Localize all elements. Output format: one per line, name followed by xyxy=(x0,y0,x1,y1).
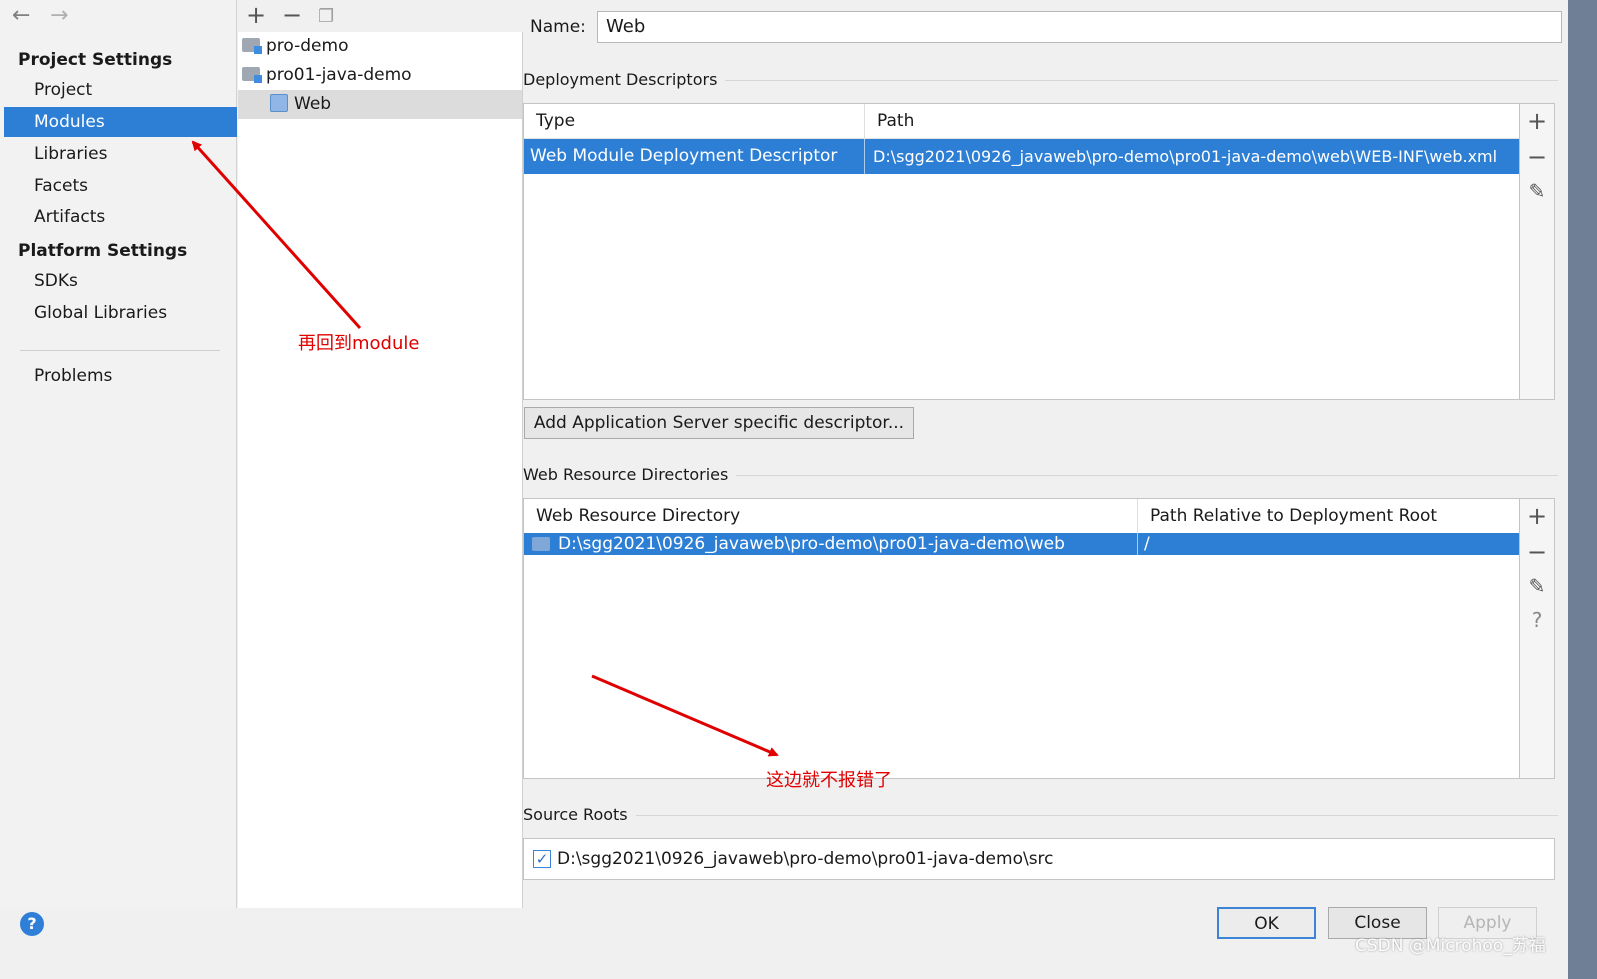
web-facet-icon xyxy=(270,94,288,112)
column-header-relative-path[interactable]: Path Relative to Deployment Root xyxy=(1138,499,1519,534)
tree-item-pro01-java-demo[interactable]: pro01-java-demo xyxy=(238,61,522,90)
csdn-watermark: CSDN @Microhoo_苏福 xyxy=(1355,936,1546,956)
web-resource-directories-title: Web Resource Directories xyxy=(523,464,737,486)
tree-item-label: pro01-java-demo xyxy=(266,65,412,85)
sidebar-item-sdks[interactable]: SDKs xyxy=(4,266,237,296)
sidebar-item-global-libraries[interactable]: Global Libraries xyxy=(4,298,237,328)
source-root-path: D:\sgg2021\0926_javaweb\pro-demo\pro01-j… xyxy=(557,849,1054,869)
tree-item-label: Web xyxy=(294,94,332,114)
sidebar-item-problems[interactable]: Problems xyxy=(4,361,237,391)
sidebar-item-facets[interactable]: Facets xyxy=(4,171,237,201)
web-resource-directory-cell: D:\sgg2021\0926_javaweb\pro-demo\pro01-j… xyxy=(558,534,1065,554)
sidebar-item-libraries[interactable]: Libraries xyxy=(4,139,237,169)
web-resource-side-toolbar: + − ✎ ? xyxy=(1520,498,1555,779)
cell-divider xyxy=(864,139,865,174)
column-header-web-resource-directory[interactable]: Web Resource Directory xyxy=(524,499,1137,534)
cell-divider xyxy=(1137,533,1138,555)
name-field[interactable]: Web xyxy=(597,11,1562,43)
column-header-path[interactable]: Path xyxy=(865,104,1519,139)
table-row[interactable]: D:\sgg2021\0926_javaweb\pro-demo\pro01-j… xyxy=(524,533,1519,555)
sidebar-item-artifacts[interactable]: Artifacts xyxy=(4,202,237,232)
table-row[interactable]: Web Module Deployment Descriptor D:\sgg2… xyxy=(524,139,1519,174)
window-edge xyxy=(1568,0,1597,979)
project-settings-heading: Project Settings xyxy=(18,50,173,70)
sidebar-item-modules[interactable]: Modules xyxy=(4,107,237,137)
facet-settings-panel: Name: Web Deployment Descriptors Type Pa… xyxy=(523,0,1568,908)
back-arrow-icon[interactable]: ← xyxy=(12,2,30,30)
tree-item-pro-demo[interactable]: pro-demo xyxy=(238,32,522,61)
folder-module-icon xyxy=(242,67,262,83)
add-icon[interactable]: + xyxy=(1520,501,1554,531)
web-resource-table: Web Resource Directory Path Relative to … xyxy=(523,498,1520,779)
remove-icon[interactable]: − xyxy=(282,2,302,28)
edit-pencil-icon[interactable]: ✎ xyxy=(1520,571,1554,601)
column-header-type[interactable]: Type xyxy=(524,104,864,139)
deployment-descriptors-title: Deployment Descriptors xyxy=(523,69,726,91)
annotation-note-module: 再回到module xyxy=(298,333,420,354)
folder-icon xyxy=(532,537,550,551)
tree-toolbar: + − ❐ xyxy=(238,0,523,32)
settings-sidebar: ← → Project Settings Project Modules Lib… xyxy=(0,0,237,908)
add-server-descriptor-button[interactable]: Add Application Server specific descript… xyxy=(524,407,914,439)
sidebar-divider xyxy=(20,350,220,351)
deployment-side-toolbar: + − ✎ xyxy=(1520,103,1555,400)
remove-icon[interactable]: − xyxy=(1520,537,1554,567)
module-tree: pro-demo pro01-java-demo Web xyxy=(238,32,523,908)
copy-icon[interactable]: ❐ xyxy=(318,4,334,30)
remove-icon[interactable]: − xyxy=(1520,142,1554,172)
edit-pencil-icon[interactable]: ✎ xyxy=(1520,176,1554,206)
descriptor-path-cell: D:\sgg2021\0926_javaweb\pro-demo\pro01-j… xyxy=(873,147,1498,166)
relative-path-cell: / xyxy=(1144,534,1150,554)
add-icon[interactable]: + xyxy=(1520,106,1554,136)
source-roots-title: Source Roots xyxy=(523,804,636,826)
sidebar-item-project[interactable]: Project xyxy=(4,75,237,105)
dialog-button-bar: ? OK Close Apply xyxy=(0,907,1568,979)
name-label: Name: xyxy=(530,17,586,37)
help-icon[interactable]: ? xyxy=(20,912,44,936)
annotation-note-no-error: 这边就不报错了 xyxy=(766,770,892,791)
descriptor-type-cell: Web Module Deployment Descriptor xyxy=(530,146,838,166)
tree-item-web[interactable]: Web xyxy=(238,90,522,119)
folder-module-icon xyxy=(242,38,262,54)
source-root-checkbox[interactable]: ✓ xyxy=(533,850,551,868)
deployment-descriptors-table: Type Path Web Module Deployment Descript… xyxy=(523,103,1520,400)
forward-arrow-icon[interactable]: → xyxy=(50,2,68,30)
platform-settings-heading: Platform Settings xyxy=(18,241,188,261)
help-question-icon[interactable]: ? xyxy=(1520,605,1554,635)
ok-button[interactable]: OK xyxy=(1217,907,1316,939)
group-divider xyxy=(523,815,1558,816)
source-roots-list: ✓ D:\sgg2021\0926_javaweb\pro-demo\pro01… xyxy=(523,838,1555,880)
tree-item-label: pro-demo xyxy=(266,36,349,56)
add-icon[interactable]: + xyxy=(246,2,266,28)
